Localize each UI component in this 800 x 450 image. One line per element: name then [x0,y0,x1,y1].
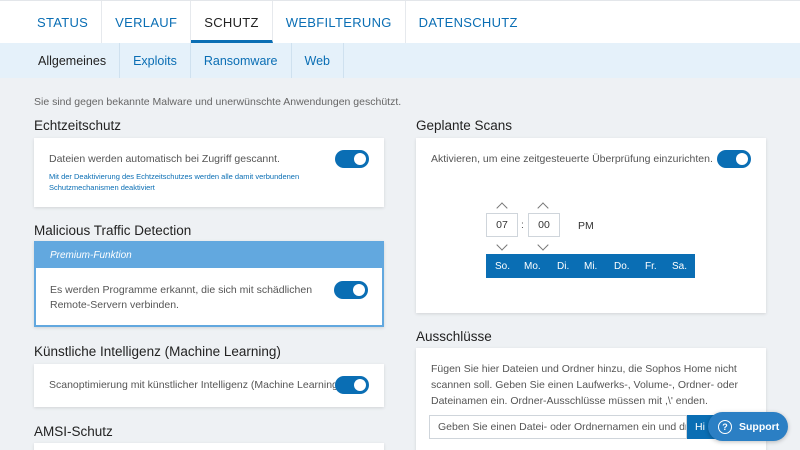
amsi-card [34,443,384,450]
amsi-title: AMSI-Schutz [34,424,113,439]
scheduled-toggle[interactable] [717,150,751,168]
tab-schutz[interactable]: SCHUTZ [191,1,273,43]
tab-status[interactable]: STATUS [24,1,103,43]
exclusion-path-input[interactable] [429,415,687,439]
time-separator: : [521,219,524,231]
day-wednesday[interactable]: Mi. [584,261,597,272]
support-button[interactable]: ? Support [708,412,788,441]
ai-toggle[interactable] [335,376,369,394]
day-sunday[interactable]: So. [495,261,510,272]
realtime-card: Dateien werden automatisch bei Zugriff g… [34,138,384,207]
day-friday[interactable]: Fr. [645,261,657,272]
subtab-exploits[interactable]: Exploits [120,43,191,78]
top-navigation: STATUS VERLAUF SCHUTZ WEBFILTERUNG DATEN… [0,0,800,43]
support-label: Support [739,420,780,433]
traffic-text-line2: Remote-Servern verbinden. [50,299,179,311]
realtime-note-line1: Mit der Deaktivierung des Echtzeitschutz… [49,172,300,181]
day-tuesday[interactable]: Di. [557,261,569,272]
hour-field[interactable]: 07 [486,213,518,237]
exclusions-text-line1: Fügen Sie hier Dateien und Ordner hinzu,… [431,363,737,375]
exclusions-title: Ausschlüsse [416,329,492,344]
exclusions-text-line3: Dateinamen ein. Ordner-Ausschlüsse müsse… [431,395,708,407]
protection-status-text: Sie sind gegen bekannte Malware und uner… [34,96,402,108]
help-icon: ? [718,419,732,434]
realtime-title: Echtzeitschutz [34,118,122,133]
day-monday[interactable]: Mo. [524,261,541,272]
scheduled-text: Aktivieren, um eine zeitgesteuerte Überp… [431,153,713,165]
traffic-title: Malicious Traffic Detection [34,223,192,238]
subtab-ransomware[interactable]: Ransomware [191,43,292,78]
premium-banner: Premium-Funktion [36,243,382,268]
sub-navigation: Allgemeines Exploits Ransomware Web [0,43,800,78]
tab-verlauf[interactable]: VERLAUF [102,1,192,43]
minute-field[interactable]: 00 [528,213,560,237]
ai-text: Scanoptimierung mit künstlicher Intellig… [49,379,345,391]
ai-title: Künstliche Intelligenz (Machine Learning… [34,344,281,359]
weekday-selector: So. Mo. Di. Mi. Do. Fr. Sa. [486,254,695,278]
tab-webfilterung[interactable]: WEBFILTERUNG [273,1,406,43]
realtime-toggle[interactable] [335,150,369,168]
traffic-card: Premium-Funktion Es werden Programme erk… [34,241,384,327]
tab-datenschutz[interactable]: DATENSCHUTZ [406,1,531,43]
realtime-note-line2: Schutzmechanismen deaktiviert [49,183,155,192]
subtab-web[interactable]: Web [292,43,344,78]
subtab-allgemeines[interactable]: Allgemeines [25,43,121,78]
traffic-toggle[interactable] [334,281,368,299]
day-saturday[interactable]: Sa. [672,261,687,272]
ai-card: Scanoptimierung mit künstlicher Intellig… [34,364,384,407]
traffic-text-line1: Es werden Programme erkannt, die sich mi… [50,284,313,296]
exclusions-text-line2: scannen soll. Geben Sie einen Laufwerks-… [431,379,738,391]
day-thursday[interactable]: Do. [614,261,630,272]
scheduled-title: Geplante Scans [416,118,513,133]
ampm-label[interactable]: PM [578,220,594,232]
realtime-text: Dateien werden automatisch bei Zugriff g… [49,153,280,165]
